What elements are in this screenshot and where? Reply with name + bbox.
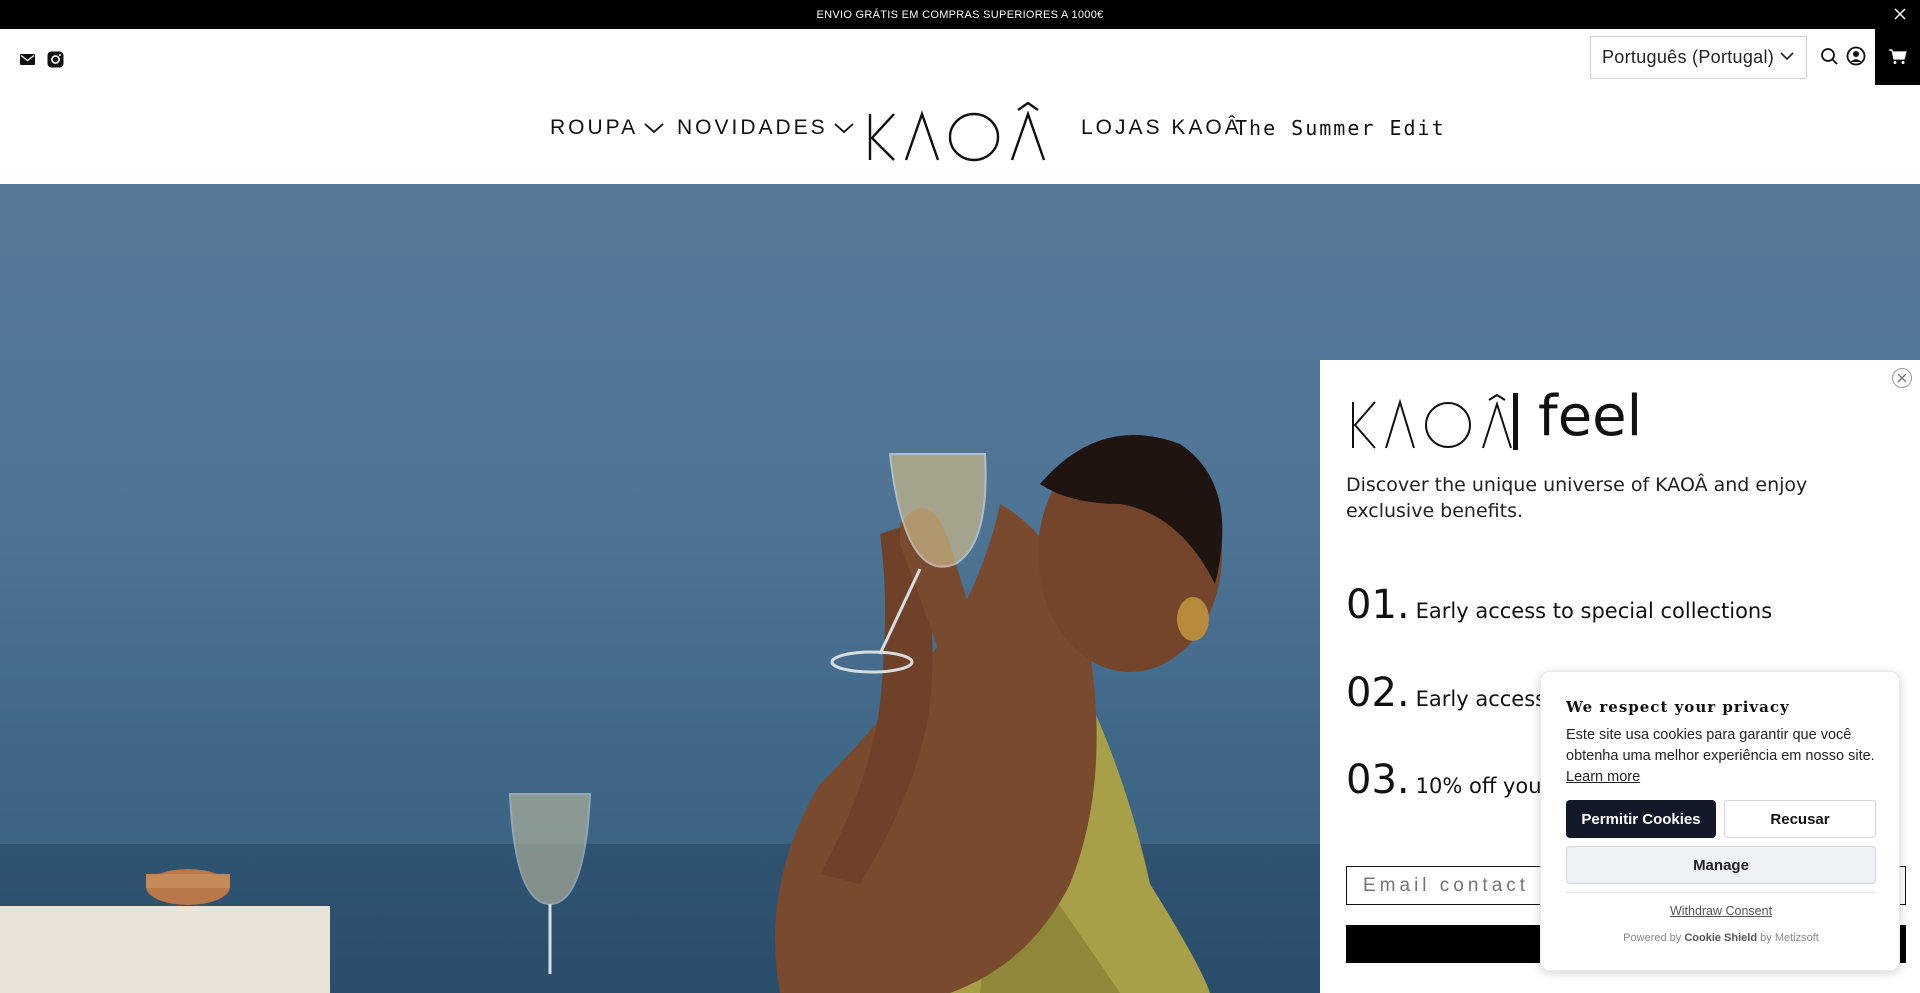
close-icon[interactable] xyxy=(1892,6,1908,22)
mail-icon[interactable] xyxy=(20,54,35,65)
nav-roupa[interactable]: ROUPA xyxy=(550,113,664,143)
nav-novidades-label: NOVIDADES xyxy=(677,116,828,139)
cookie-title: We respect your privacy xyxy=(1566,698,1790,716)
account-icon[interactable] xyxy=(1845,45,1867,67)
announcement-bar: ENVIO GRÁTIS EM COMPRAS SUPERIORES A 100… xyxy=(0,0,1920,29)
site-header: Português (Portugal) ROUPA NOVIDADES LOJ… xyxy=(0,29,1920,184)
nav-roupa-label: ROUPA xyxy=(550,116,639,139)
powered-by: Powered by Cookie Shield by Metizsoft xyxy=(1541,932,1901,944)
benefit-number: 03. xyxy=(1346,757,1410,803)
learn-more-link[interactable]: Learn more xyxy=(1566,769,1640,785)
nav-summer-label: The Summer Edit xyxy=(1235,116,1446,140)
language-selector[interactable]: Português (Portugal) xyxy=(1590,36,1807,79)
popup-close-button[interactable] xyxy=(1892,368,1912,388)
powered-prefix: Powered by xyxy=(1623,932,1682,944)
social-links xyxy=(20,51,64,68)
chevron-down-icon xyxy=(644,123,664,134)
benefit-item: 02. Early access t xyxy=(1346,670,1561,716)
language-label: Português (Portugal) xyxy=(1602,47,1775,67)
terrace-wall xyxy=(0,906,330,993)
cart-icon xyxy=(1888,49,1907,64)
divider xyxy=(1566,892,1876,893)
benefit-item: 03. 10% off your fi xyxy=(1346,757,1570,803)
cookie-banner: We respect your privacy Este site usa co… xyxy=(1540,671,1900,971)
nav-lojas[interactable]: LOJAS KAOÂ xyxy=(1081,113,1242,143)
decline-cookies-button[interactable]: Recusar xyxy=(1724,800,1876,838)
nav-summer-edit[interactable]: The Summer Edit xyxy=(1235,113,1446,143)
manage-cookies-button[interactable]: Manage xyxy=(1566,846,1876,884)
popup-feel-text: feel xyxy=(1538,384,1643,449)
brand-logo[interactable] xyxy=(866,102,1054,164)
popup-description: Discover the unique universe of KAOÂ and… xyxy=(1346,474,1808,522)
allow-cookies-button[interactable]: Permitir Cookies xyxy=(1566,800,1716,838)
nav-novidades[interactable]: NOVIDADES xyxy=(677,113,854,143)
popup-brand-logo xyxy=(1352,394,1512,449)
withdraw-consent-link[interactable]: Withdraw Consent xyxy=(1541,904,1901,918)
cookie-message: Este site usa cookies para garantir que … xyxy=(1566,725,1884,788)
benefit-number: 01. xyxy=(1346,582,1410,628)
chevron-down-icon xyxy=(834,123,854,134)
powered-suffix: by Metizsoft xyxy=(1760,932,1819,944)
chevron-down-icon xyxy=(1780,52,1794,61)
cart-button[interactable] xyxy=(1875,29,1920,85)
cookie-body-text: Este site usa cookies para garantir que … xyxy=(1566,727,1875,764)
announcement-text: ENVIO GRÁTIS EM COMPRAS SUPERIORES A 100… xyxy=(816,8,1104,21)
search-icon[interactable] xyxy=(1818,45,1840,67)
benefit-number: 02. xyxy=(1346,670,1410,716)
popup-divider-bar xyxy=(1513,393,1518,450)
nav-lojas-label: LOJAS KAOÂ xyxy=(1081,116,1242,139)
instagram-icon[interactable] xyxy=(47,51,64,68)
powered-brand: Cookie Shield xyxy=(1684,932,1758,944)
benefit-item: 01. Early access to special collections xyxy=(1346,582,1772,628)
benefit-text: Early access to special collections xyxy=(1415,599,1773,623)
close-icon xyxy=(1897,373,1907,383)
